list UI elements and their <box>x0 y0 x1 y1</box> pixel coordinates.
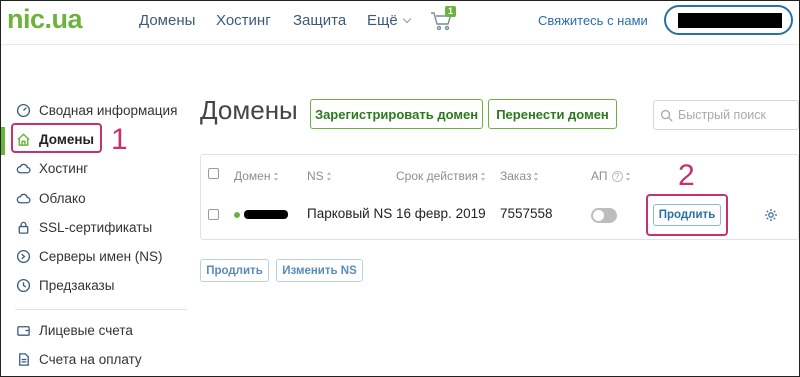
clock-icon <box>15 277 31 293</box>
column-header-expiry[interactable]: Срок действия <box>396 169 486 183</box>
sidebar-divider <box>15 309 187 310</box>
transfer-domain-button[interactable]: Перенести домен <box>488 99 617 129</box>
cloud-icon <box>15 190 31 206</box>
annotation-highlight-domains <box>11 123 102 153</box>
cell-ns: Парковый NS <box>307 206 393 221</box>
nav-more-label: Ещё <box>367 12 398 29</box>
logo[interactable]: nic.ua <box>7 4 83 35</box>
quick-search-input[interactable]: Быстрый поиск <box>653 100 799 130</box>
search-placeholder: Быстрый поиск <box>678 108 766 122</box>
nav-security[interactable]: Защита <box>293 12 346 29</box>
sidebar-item-label: Лицевые счета <box>39 322 133 338</box>
sort-icon <box>625 171 631 181</box>
sort-icon <box>273 171 279 181</box>
sidebar-item-ssl[interactable]: SSL-сертификаты <box>15 216 152 238</box>
contact-us-link[interactable]: Свяжитесь с нами <box>538 13 648 28</box>
user-account-button[interactable] <box>664 5 793 35</box>
column-header-label: NS <box>307 169 324 183</box>
bulk-renew-button[interactable]: Продлить <box>200 259 269 282</box>
row-checkbox[interactable] <box>208 209 219 220</box>
cell-expiry: 16 февр. 2019 <box>396 206 486 221</box>
column-header-label: Срок действия <box>396 169 479 183</box>
change-ns-button[interactable]: Изменить NS <box>276 259 363 282</box>
cloud-icon <box>15 160 31 176</box>
wallet-icon <box>15 322 31 338</box>
redacted-domain-name[interactable] <box>244 210 288 219</box>
column-header-order[interactable]: Заказ <box>500 169 539 183</box>
sidebar-item-summary[interactable]: Сводная информация <box>15 99 177 121</box>
sidebar-item-preorders[interactable]: Предзаказы <box>15 274 114 296</box>
sidebar-item-invoices[interactable]: Счета на оплату <box>15 348 142 370</box>
sidebar-item-label: Серверы имен (NS) <box>39 248 163 264</box>
domain-status-dot <box>234 212 240 218</box>
help-icon[interactable]: ? <box>611 170 623 182</box>
annotation-step-1: 1 <box>111 123 128 156</box>
sidebar-item-hosting[interactable]: Хостинг <box>15 157 88 179</box>
toggle-knob <box>593 210 604 221</box>
sidebar-item-label: Сводная информация <box>39 102 178 118</box>
column-header-label: Заказ <box>500 169 532 183</box>
cart-count-badge: 1 <box>445 6 457 17</box>
column-header-ns[interactable]: NS <box>307 169 332 183</box>
chevron-down-icon <box>402 14 411 24</box>
lock-icon <box>15 219 31 235</box>
sort-icon <box>481 171 486 181</box>
column-header-autorenew[interactable]: АП? <box>591 169 631 183</box>
column-header-label: Домен <box>234 169 271 183</box>
cell-order[interactable]: 7557558 <box>500 206 553 221</box>
page-title: Домены <box>200 95 298 125</box>
invoice-icon <box>15 351 31 367</box>
register-domain-button[interactable]: Зарегистрировать домен <box>310 99 483 129</box>
annotation-step-2: 2 <box>678 159 695 192</box>
nav-more[interactable]: Ещё <box>367 12 411 29</box>
autorenew-toggle[interactable] <box>591 208 617 223</box>
column-header-domain[interactable]: Домен <box>234 169 279 183</box>
nav-hosting[interactable]: Хостинг <box>216 12 271 29</box>
search-icon <box>660 109 673 122</box>
nav-domains[interactable]: Домены <box>139 12 195 29</box>
select-all-checkbox[interactable] <box>208 168 219 179</box>
column-header-label: АП <box>591 169 608 183</box>
dashboard-icon <box>15 102 31 118</box>
annotation-highlight-renew <box>646 194 728 236</box>
sidebar-item-label: Хостинг <box>39 160 89 176</box>
dns-icon <box>15 248 31 264</box>
sidebar-item-nameservers[interactable]: Серверы имен (NS) <box>15 245 163 267</box>
sidebar-item-label: Счета на оплату <box>39 351 142 367</box>
sidebar-item-cloud[interactable]: Облако <box>15 187 86 209</box>
sidebar-item-label: Предзаказы <box>39 277 115 293</box>
sidebar-item-label: SSL-сертификаты <box>39 219 153 235</box>
sort-icon <box>326 171 332 181</box>
sidebar-active-indicator <box>1 127 5 155</box>
sort-icon <box>534 171 539 181</box>
sidebar-item-accounts[interactable]: Лицевые счета <box>15 319 133 341</box>
sidebar-item-label: Облако <box>39 190 86 206</box>
gear-icon[interactable] <box>764 208 778 222</box>
redacted-username <box>678 13 782 28</box>
